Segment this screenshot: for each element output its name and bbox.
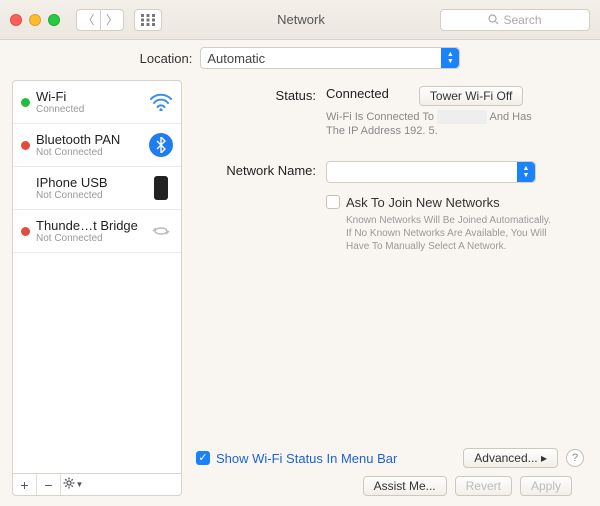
network-name-select[interactable]: ▲▼ xyxy=(326,161,536,183)
location-label: Location: xyxy=(140,51,193,66)
assist-me-button[interactable]: Assist Me... xyxy=(363,476,447,496)
title-bar: 〈 〉 Network Search xyxy=(0,0,600,40)
location-row: Location: Automatic ▲▼ xyxy=(0,40,600,76)
back-button[interactable]: 〈 xyxy=(76,9,100,31)
service-name: IPhone USB xyxy=(36,175,143,190)
service-iphone-usb[interactable]: IPhone USB Not Connected xyxy=(13,167,181,210)
service-bluetooth-pan[interactable]: Bluetooth PAN Not Connected xyxy=(13,124,181,167)
services-pane: Wi-Fi Connected Bluetooth PAN Not Connec… xyxy=(12,80,182,496)
status-dot-icon xyxy=(21,184,30,193)
service-status: Connected xyxy=(36,104,143,115)
chevron-updown-icon: ▲▼ xyxy=(441,48,459,68)
service-name: Thunde…t Bridge xyxy=(36,218,143,233)
apply-button[interactable]: Apply xyxy=(520,476,572,496)
remove-service-button[interactable]: − xyxy=(37,474,61,495)
nav-buttons: 〈 〉 xyxy=(76,9,124,31)
add-service-button[interactable]: + xyxy=(13,474,37,495)
service-thunderbolt-bridge[interactable]: Thunde…t Bridge Not Connected xyxy=(13,210,181,253)
bluetooth-icon xyxy=(149,133,173,157)
search-icon xyxy=(488,14,499,25)
location-value: Automatic xyxy=(207,51,265,66)
advanced-button[interactable]: Advanced... ▸ xyxy=(463,448,558,468)
chevron-updown-icon: ▲▼ xyxy=(517,162,535,182)
service-name: Bluetooth PAN xyxy=(36,132,143,147)
thunderbolt-icon xyxy=(149,219,173,243)
close-window[interactable] xyxy=(10,14,22,26)
show-menubar-label: Show Wi-Fi Status In Menu Bar xyxy=(216,451,397,466)
status-dot-icon xyxy=(21,98,30,107)
checkbox-icon xyxy=(326,195,340,209)
revert-button[interactable]: Revert xyxy=(455,476,512,496)
wifi-toggle-button[interactable]: Tower Wi-Fi Off xyxy=(419,86,523,106)
show-menubar-checkbox[interactable]: ✓ Show Wi-Fi Status In Menu Bar xyxy=(196,451,397,466)
service-name: Wi-Fi xyxy=(36,89,143,104)
checkbox-checked-icon: ✓ xyxy=(196,451,210,465)
services-list: Wi-Fi Connected Bluetooth PAN Not Connec… xyxy=(12,80,182,474)
search-placeholder: Search xyxy=(503,13,541,27)
status-value: Connected xyxy=(326,86,389,101)
help-button[interactable]: ? xyxy=(566,449,584,467)
gear-icon xyxy=(63,477,75,492)
network-name-label: Network Name: xyxy=(196,161,316,183)
search-field[interactable]: Search xyxy=(440,9,590,31)
status-dot-icon xyxy=(21,227,30,236)
status-label: Status: xyxy=(196,86,316,106)
phone-icon xyxy=(149,176,173,200)
wifi-icon xyxy=(149,90,173,114)
service-status: Not Connected xyxy=(36,147,143,158)
ask-to-join-checkbox[interactable]: Ask To Join New Networks xyxy=(326,195,584,210)
detail-pane: Status: Connected Tower Wi-Fi Off Wi-Fi … xyxy=(192,80,588,496)
service-actions-button[interactable]: ▼ xyxy=(61,474,85,495)
minimize-window[interactable] xyxy=(29,14,41,26)
show-all-prefs-button[interactable] xyxy=(134,9,162,31)
status-hint: Wi-Fi Is Connected To And Has The IP Add… xyxy=(326,110,584,139)
service-status: Not Connected xyxy=(36,233,143,244)
window-controls xyxy=(10,14,60,26)
forward-button[interactable]: 〉 xyxy=(100,9,124,31)
ask-to-join-hint: Known Networks Will Be Joined Automatica… xyxy=(326,214,556,253)
services-toolbar: + − ▼ xyxy=(12,474,182,496)
ask-to-join-label: Ask To Join New Networks xyxy=(346,195,500,210)
window-title: Network xyxy=(172,12,430,27)
zoom-window[interactable] xyxy=(48,14,60,26)
service-wifi[interactable]: Wi-Fi Connected xyxy=(13,81,181,124)
service-status: Not Connected xyxy=(36,190,143,201)
grid-icon xyxy=(141,14,155,26)
location-select[interactable]: Automatic ▲▼ xyxy=(200,47,460,69)
main-area: Wi-Fi Connected Bluetooth PAN Not Connec… xyxy=(0,76,600,506)
status-dot-icon xyxy=(21,141,30,150)
footer-buttons: Assist Me... Revert Apply xyxy=(196,468,584,496)
bottom-options: ✓ Show Wi-Fi Status In Menu Bar Advanced… xyxy=(196,448,584,468)
